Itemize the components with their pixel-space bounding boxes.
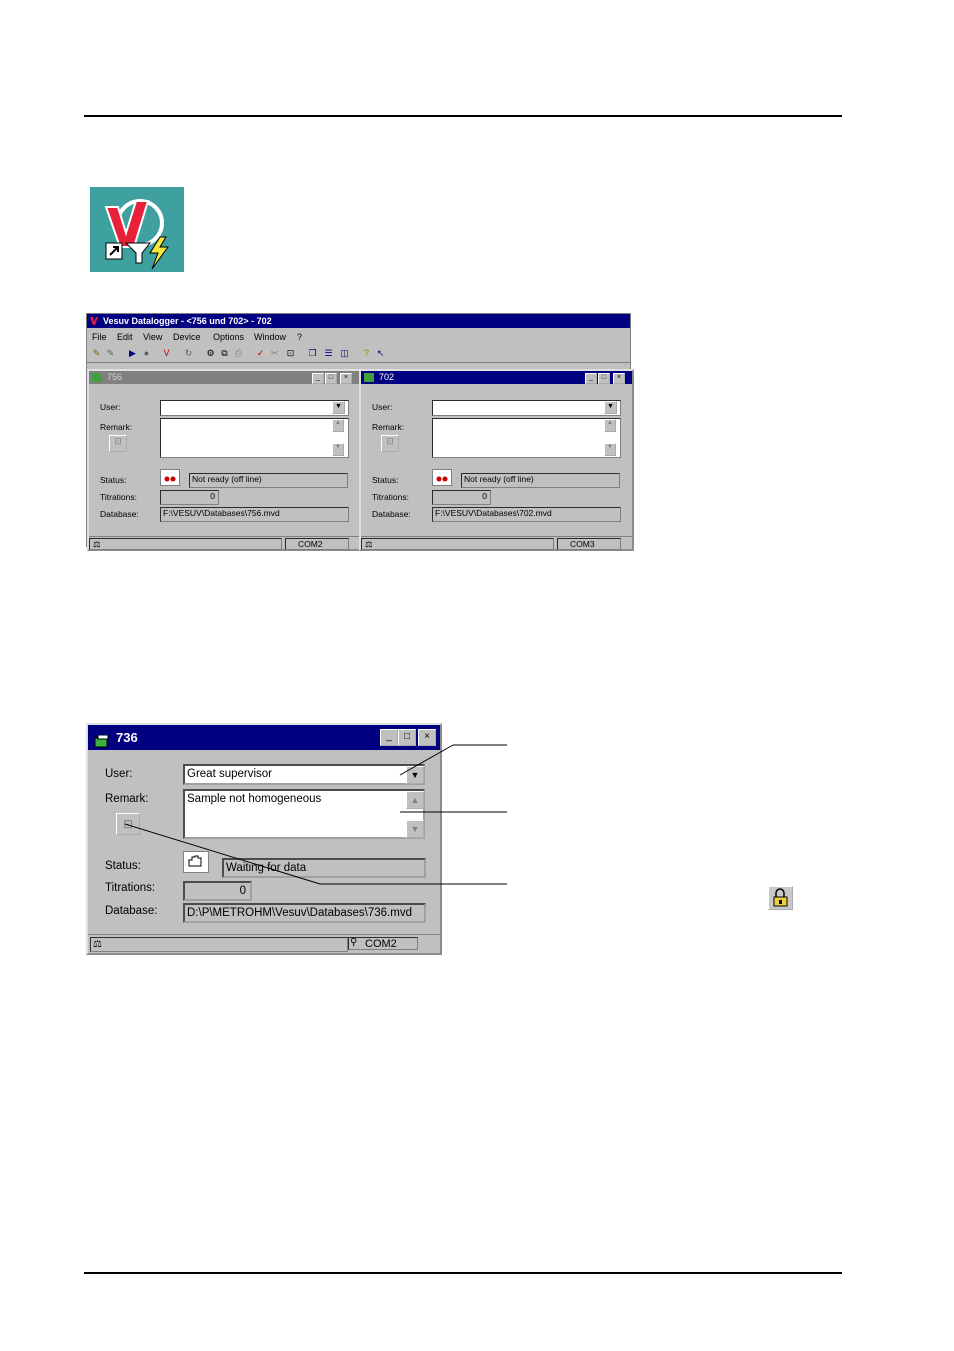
lock-icon: [768, 886, 793, 910]
callout-lines: [124, 744, 507, 885]
